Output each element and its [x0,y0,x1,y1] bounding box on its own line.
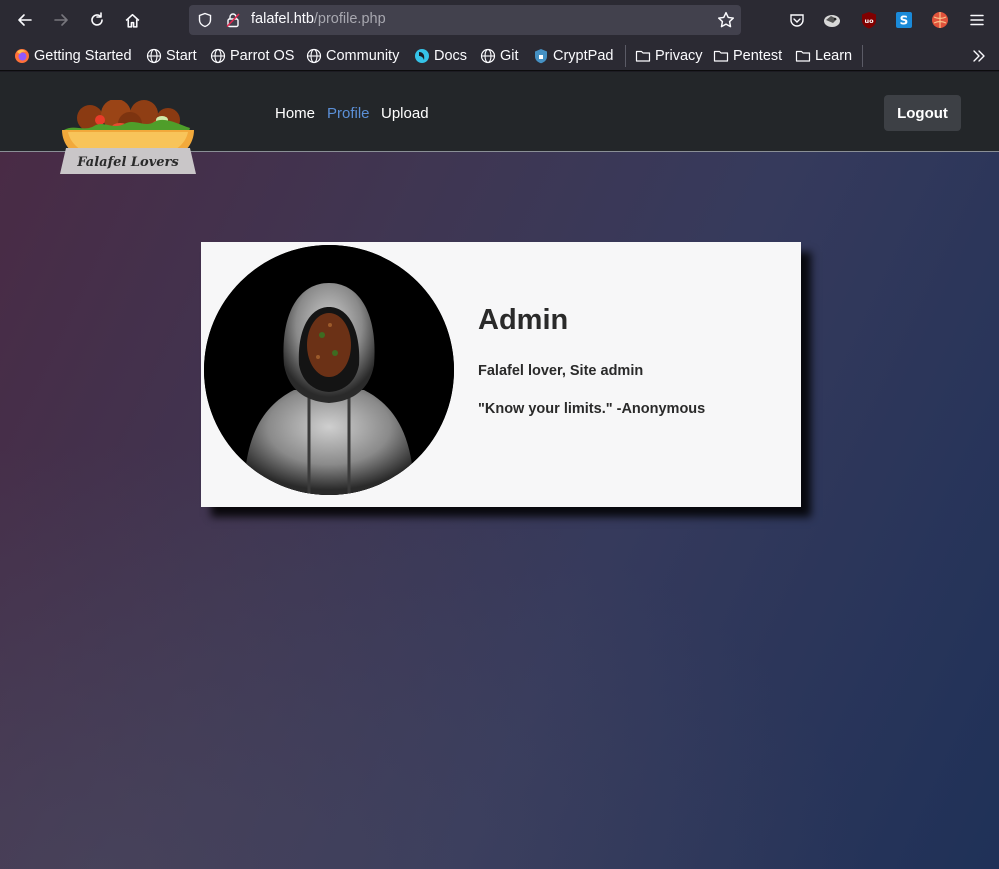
extension-foxy-button[interactable] [823,11,841,29]
parrot-icon [415,49,429,63]
home-icon [125,13,139,28]
logout-button[interactable]: Logout [884,95,961,131]
hamburger-menu-icon [970,14,984,26]
ublock-shield-icon: uo [862,12,876,29]
nav-link-profile[interactable]: Profile [327,105,370,122]
bookmark-parrot-os[interactable]: Parrot OS [210,46,294,66]
folder-icon [635,50,651,62]
reload-icon [91,12,103,26]
bookmark-getting-started[interactable]: Getting Started [14,46,132,66]
bookmark-start[interactable]: Start [146,46,197,66]
back-arrow-icon [18,14,32,26]
pocket-button[interactable] [788,11,806,29]
menu-button[interactable] [968,11,986,29]
chevron-double-right-icon [973,50,985,62]
extension-ball-button[interactable] [931,11,949,29]
pocket-icon [790,14,804,27]
globe-icon [306,48,322,64]
folder-icon [795,50,811,62]
profile-avatar [204,245,454,495]
bookmark-label: Pentest [733,48,783,64]
ublock-button[interactable]: uo [860,11,878,29]
falafel-bowl-logo-icon: Falafel Lovers [60,99,196,174]
bookmark-folder-privacy[interactable]: Privacy [635,46,703,66]
fox-extension-icon [824,15,840,27]
bookmark-label: CryptPad [553,48,614,64]
bookmark-label: Getting Started [34,48,132,64]
sidebar-s-button[interactable]: S [895,11,913,29]
shield-icon[interactable] [197,12,213,28]
svg-text:uo: uo [864,17,874,25]
bookmark-label: Parrot OS [230,48,295,64]
back-button[interactable] [13,8,37,32]
forward-arrow-icon [54,14,68,26]
nav-link-upload[interactable]: Upload [381,105,429,122]
bookmark-separator [862,45,863,67]
globe-icon [480,48,496,64]
url-path: /profile.php [313,11,386,27]
site-logo[interactable]: Falafel Lovers [58,99,198,180]
url-host: falafel.htb [251,11,314,27]
url-text[interactable]: falafel.htb/profile.php [251,11,386,27]
profile-card: Admin Falafel lover, Site admin "Know yo… [201,242,801,507]
bookmark-cryptpad[interactable]: CryptPad [533,46,613,66]
bookmark-label: Learn [815,48,853,64]
bookmark-label: Start [166,48,197,64]
url-bar[interactable]: falafel.htb/profile.php [189,5,741,35]
bookmark-folder-pentest[interactable]: Pentest [713,46,782,66]
insecure-lock-icon[interactable] [225,12,241,28]
globe-icon [146,48,162,64]
s-extension-icon: S [896,12,912,28]
bookmark-separator [625,45,626,67]
bookmark-label: Docs [434,48,468,64]
bookmark-folder-learn[interactable]: Learn [795,46,852,66]
bookmark-community[interactable]: Community [306,46,399,66]
ball-extension-icon [932,12,948,28]
page-viewport: Home Profile Upload Logout Falafel Lover… [0,72,999,869]
nav-link-home[interactable]: Home [275,105,315,122]
globe-icon [210,48,226,64]
logo-text: Falafel Lovers [76,155,179,170]
bookmark-label: Community [326,48,400,64]
bookmark-label: Git [500,48,519,64]
bookmark-star-icon[interactable] [717,11,735,29]
profile-name: Admin [478,304,569,336]
profile-role: Falafel lover, Site admin [478,363,644,379]
profile-quote: "Know your limits." -Anonymous [478,401,706,417]
forward-button[interactable] [49,8,73,32]
svg-text:S: S [900,14,909,28]
bookmarks-toolbar: Getting Started Start Parrot OS Communit… [0,40,999,71]
reload-button[interactable] [85,8,109,32]
hooded-figure-avatar-icon [204,245,454,495]
bookmarks-overflow-button[interactable] [971,46,987,66]
home-button[interactable] [120,8,144,32]
bookmark-label: Privacy [655,48,703,64]
bookmark-docs[interactable]: Docs [414,46,467,66]
firefox-icon [15,49,29,63]
browser-toolbar: falafel.htb/profile.php uo S [0,0,999,40]
cryptpad-icon [535,49,547,64]
folder-icon [713,50,729,62]
bookmark-git[interactable]: Git [480,46,519,66]
